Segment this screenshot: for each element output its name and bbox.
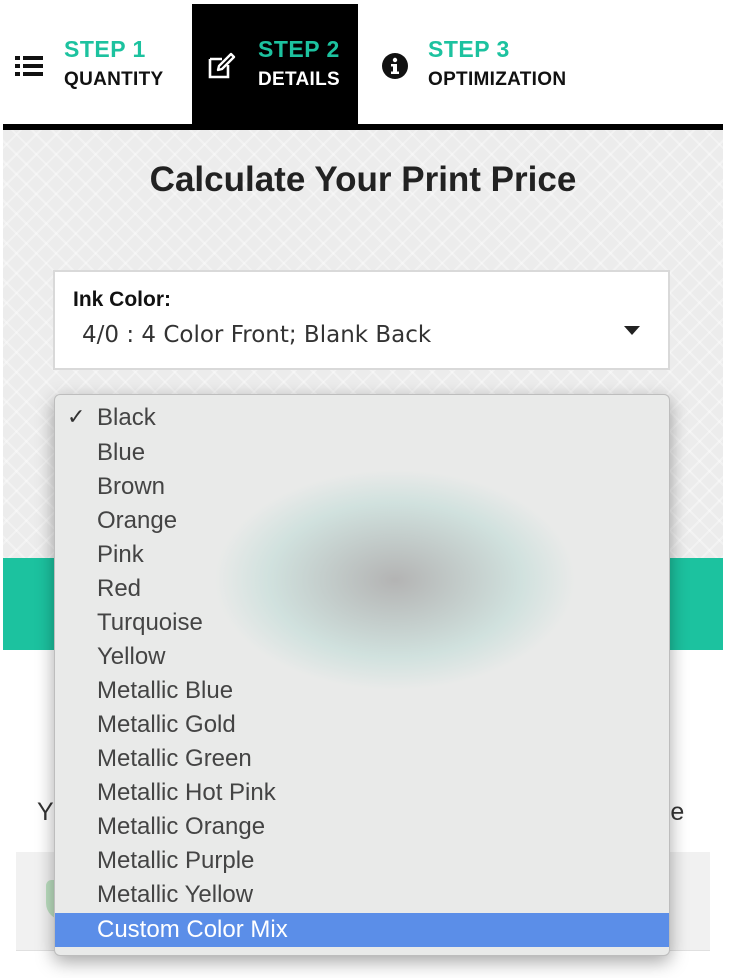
- dropdown-option-metallic-yellow[interactable]: Metallic Yellow: [55, 878, 669, 912]
- list-icon: [14, 51, 44, 81]
- dropdown-option-metallic-orange[interactable]: Metallic Orange: [55, 810, 669, 844]
- option-label: Black: [97, 404, 156, 431]
- ink-color-label: Ink Color:: [73, 288, 171, 311]
- tab-step-1[interactable]: STEP 1 QUANTITY: [0, 4, 190, 124]
- option-label: Yellow: [97, 643, 166, 670]
- ink-color-select[interactable]: Ink Color: 4/0 : 4 Color Front; Blank Ba…: [53, 270, 670, 370]
- info-icon: [380, 51, 410, 81]
- dropdown-option-custom-color-mix[interactable]: Custom Color Mix: [55, 913, 669, 947]
- option-label: Metallic Yellow: [97, 881, 254, 908]
- option-label: Metallic Gold: [97, 711, 236, 738]
- option-label: Blue: [97, 439, 146, 466]
- option-label: Red: [97, 575, 142, 602]
- dropdown-option-yellow[interactable]: Yellow: [55, 640, 669, 674]
- tab-step-3-number: STEP 3: [428, 36, 510, 62]
- option-label: Metallic Orange: [97, 813, 266, 840]
- dropdown-option-metallic-purple[interactable]: Metallic Purple: [55, 844, 669, 878]
- caret-down-icon: [624, 326, 640, 335]
- tab-step-1-text: STEP 1 QUANTITY: [64, 36, 164, 92]
- option-label: Metallic Green: [97, 745, 252, 772]
- option-label: Pink: [97, 541, 144, 568]
- tab-step-3[interactable]: STEP 3 OPTIMIZATION: [360, 4, 660, 124]
- option-label: Metallic Blue: [97, 677, 234, 704]
- edit-icon: [206, 51, 236, 81]
- dropdown-option-turquoise[interactable]: Turquoise: [55, 606, 669, 640]
- option-label: Brown: [97, 473, 166, 500]
- dropdown-option-metallic-blue[interactable]: Metallic Blue: [55, 674, 669, 708]
- dropdown-option-metallic-green[interactable]: Metallic Green: [55, 742, 669, 776]
- color-dropdown-menu[interactable]: ✓ Black Blue Brown Orange Pink Red Turqu…: [54, 394, 670, 956]
- tab-step-2-text: STEP 2 DETAILS: [258, 36, 340, 92]
- dropdown-option-pink[interactable]: Pink: [55, 538, 669, 572]
- tab-step-2[interactable]: STEP 2 DETAILS: [192, 4, 358, 124]
- option-label: Custom Color Mix: [97, 916, 288, 943]
- ink-color-value: 4/0 : 4 Color Front; Blank Back: [82, 322, 432, 348]
- partial-text-left: Y: [37, 798, 54, 826]
- dropdown-option-metallic-hot-pink[interactable]: Metallic Hot Pink: [55, 776, 669, 810]
- dropdown-option-brown[interactable]: Brown: [55, 470, 669, 504]
- dropdown-option-orange[interactable]: Orange: [55, 504, 669, 538]
- step-tabs: STEP 1 QUANTITY STEP 2 DETAILS STEP 3 OP…: [0, 0, 730, 124]
- tab-step-2-number: STEP 2: [258, 36, 340, 62]
- checkmark-icon: ✓: [67, 405, 86, 430]
- dropdown-option-metallic-gold[interactable]: Metallic Gold: [55, 708, 669, 742]
- dropdown-option-red[interactable]: Red: [55, 572, 669, 606]
- option-label: Metallic Hot Pink: [97, 779, 276, 806]
- tab-step-1-number: STEP 1: [64, 36, 146, 62]
- option-label: Turquoise: [97, 609, 203, 636]
- option-label: Metallic Purple: [97, 847, 255, 874]
- tab-step-3-name: OPTIMIZATION: [428, 69, 567, 90]
- tab-step-3-text: STEP 3 OPTIMIZATION: [428, 36, 566, 92]
- dropdown-option-black[interactable]: ✓ Black: [55, 401, 669, 435]
- tab-step-1-name: QUANTITY: [64, 69, 164, 90]
- option-label: Orange: [97, 507, 178, 534]
- dropdown-option-blue[interactable]: Blue: [55, 436, 669, 470]
- page-title: Calculate Your Print Price: [149, 160, 577, 199]
- tab-step-2-name: DETAILS: [258, 69, 340, 90]
